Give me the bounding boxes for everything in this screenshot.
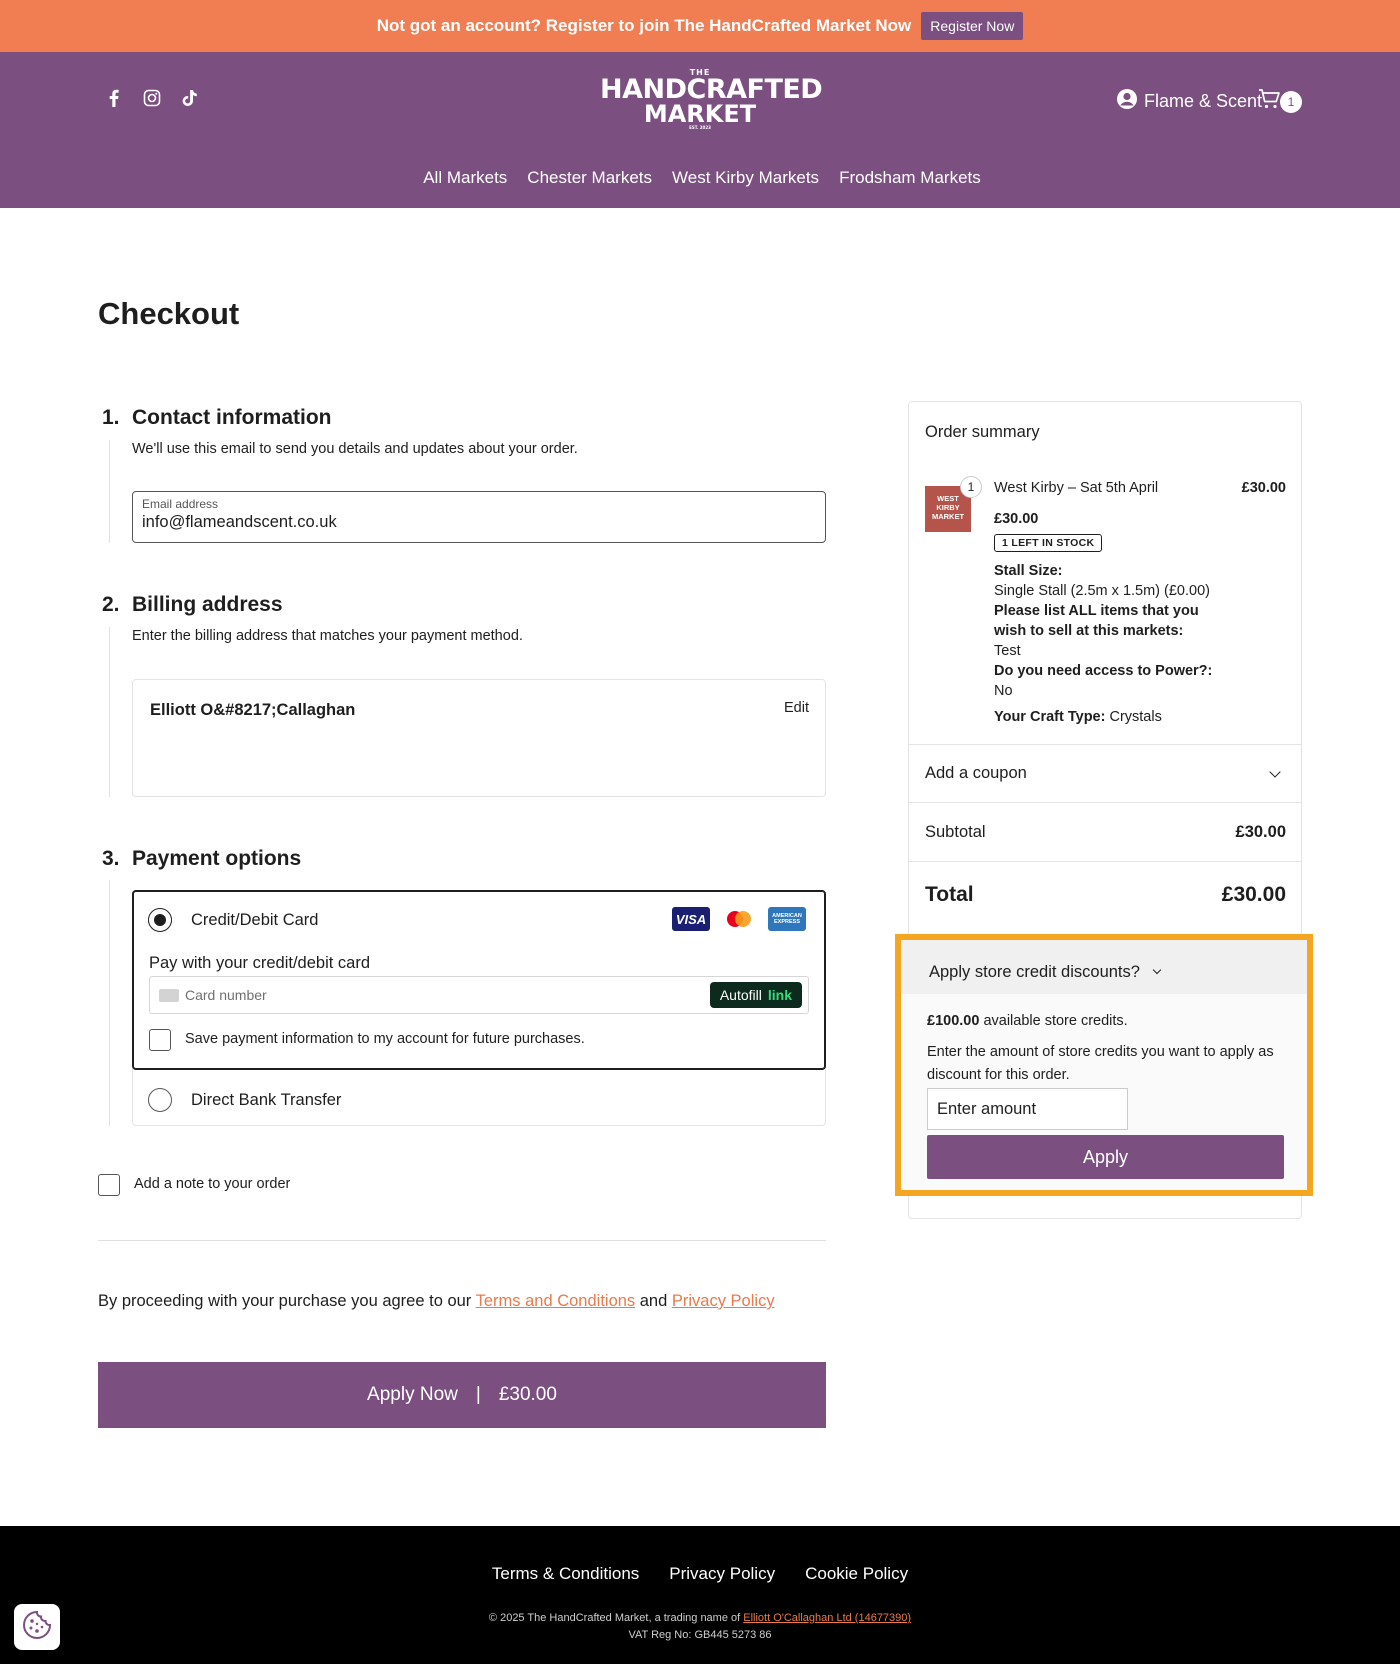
step-connector: [109, 627, 110, 797]
card-number-input[interactable]: Card number Autofill link: [149, 976, 809, 1014]
card-number-placeholder: Card number: [185, 987, 267, 1003]
tiktok-icon[interactable]: [180, 88, 200, 108]
payment-section-title: Payment options: [132, 847, 302, 870]
main-nav: All Markets Chester Markets West Kirby M…: [0, 168, 1400, 188]
chevron-down-icon[interactable]: [1269, 766, 1281, 778]
promo-text: Not got an account? Register to join The…: [376, 16, 912, 35]
item-meta: Stall Size: Single Stall (2.5m x 1.5m) (…: [994, 563, 1213, 699]
terms-notice: By proceeding with your purchase you agr…: [98, 1292, 775, 1310]
stock-badge: 1 LEFT IN STOCK: [994, 534, 1103, 552]
footer-copyright: © 2025 The HandCrafted Market, a trading…: [488, 1612, 912, 1641]
order-summary-title: Order summary: [925, 423, 1040, 441]
page-title: Checkout: [98, 296, 240, 331]
facebook-icon[interactable]: [104, 88, 124, 108]
terms-link[interactable]: Terms and Conditions: [476, 1292, 636, 1310]
site-header: THE HANDCRAFTED MARKET EST. 2023 Flame &…: [0, 52, 1400, 208]
card-radio[interactable]: [148, 908, 172, 932]
billing-address-card: Elliott O&#8217;Callaghan Edit: [132, 679, 826, 797]
nav-all-markets[interactable]: All Markets: [423, 168, 507, 188]
edit-address-link[interactable]: Edit: [784, 700, 809, 716]
save-payment-label[interactable]: Save payment information to my account f…: [185, 1031, 585, 1047]
store-credit-available: £100.00 available store credits.: [927, 1013, 1128, 1029]
register-now-button[interactable]: Register Now: [921, 12, 1024, 40]
step-connector: [109, 440, 110, 543]
store-credit-toggle[interactable]: Apply store credit discounts?: [901, 940, 1307, 994]
card-option-label[interactable]: Credit/Debit Card: [191, 911, 318, 930]
user-icon: [1116, 88, 1138, 115]
mastercard-icon: [720, 907, 758, 931]
footer-cookie-link[interactable]: Cookie Policy: [805, 1564, 908, 1584]
cart-count-badge: 1: [1280, 90, 1302, 113]
amex-icon: AMERICAN EXPRESS: [768, 907, 806, 931]
item-name: West Kirby – Sat 5th April: [994, 480, 1159, 496]
account-name: Flame & Scent: [1144, 91, 1263, 111]
step-number: 3.: [102, 847, 120, 870]
contact-section-title: Contact information: [132, 406, 332, 429]
order-note-label[interactable]: Add a note to your order: [134, 1176, 290, 1192]
store-credit-amount-input[interactable]: [927, 1088, 1128, 1130]
credit-card-icon: [159, 989, 179, 1002]
bank-transfer-label[interactable]: Direct Bank Transfer: [191, 1091, 341, 1110]
email-input[interactable]: [142, 513, 816, 532]
store-credit-panel: Apply store credit discounts? £100.00 av…: [895, 934, 1313, 1196]
card-subtitle: Pay with your credit/debit card: [149, 954, 371, 972]
nav-frodsham-markets[interactable]: Frodsham Markets: [839, 168, 981, 188]
privacy-link[interactable]: Privacy Policy: [672, 1292, 775, 1310]
instagram-icon[interactable]: [142, 88, 162, 108]
step-number: 2.: [102, 593, 120, 616]
total-value: £30.00: [1221, 883, 1286, 906]
subtotal-label: Subtotal: [925, 823, 986, 841]
step-connector: [109, 880, 110, 1126]
billing-description: Enter the billing address that matches y…: [132, 628, 523, 644]
promo-bar: Not got an account? Register to join The…: [0, 0, 1400, 52]
site-footer: Terms & Conditions Privacy Policy Cookie…: [0, 1526, 1400, 1664]
craft-type: Your Craft Type: Crystals: [994, 709, 1162, 725]
apply-credit-button[interactable]: Apply: [927, 1135, 1284, 1179]
footer-terms-link[interactable]: Terms & Conditions: [492, 1564, 639, 1584]
email-label: Email address: [142, 497, 219, 511]
payment-option-card[interactable]: Credit/Debit Card VISA AMERICAN EXPRESS …: [132, 890, 826, 1070]
nav-chester-markets[interactable]: Chester Markets: [527, 168, 652, 188]
add-coupon-toggle[interactable]: Add a coupon: [925, 764, 1027, 783]
account-link[interactable]: Flame & Scent: [1116, 88, 1262, 115]
step-number: 1.: [102, 406, 120, 429]
email-field[interactable]: Email address: [132, 491, 826, 543]
place-order-button[interactable]: Apply Now | £30.00: [98, 1362, 826, 1428]
site-logo[interactable]: THE HANDCRAFTED MARKET EST. 2023: [600, 68, 823, 134]
total-label: Total: [925, 883, 974, 906]
cookie-icon: [21, 1609, 53, 1646]
billing-name: Elliott O&#8217;Callaghan: [150, 701, 356, 719]
social-links: [104, 88, 200, 108]
billing-section-title: Billing address: [132, 593, 283, 616]
quantity-badge: 1: [960, 476, 982, 498]
footer-privacy-link[interactable]: Privacy Policy: [669, 1564, 775, 1584]
cart-button[interactable]: 1: [1258, 88, 1302, 115]
order-note-checkbox[interactable]: [98, 1174, 120, 1196]
contact-description: We'll use this email to send you details…: [132, 441, 578, 457]
card-brand-icons: VISA AMERICAN EXPRESS: [672, 907, 806, 931]
subtotal-value: £30.00: [1235, 823, 1286, 841]
store-credit-heading[interactable]: Apply store credit discounts?: [929, 963, 1140, 982]
nav-west-kirby-markets[interactable]: West Kirby Markets: [672, 168, 819, 188]
bank-transfer-radio[interactable]: [148, 1088, 172, 1112]
cookie-settings-button[interactable]: [14, 1604, 60, 1650]
footer-links: Terms & Conditions Privacy Policy Cookie…: [0, 1564, 1400, 1584]
visa-icon: VISA: [672, 907, 710, 931]
store-credit-description: Enter the amount of store credits you wa…: [927, 1044, 1274, 1083]
divider: [98, 1240, 826, 1241]
cart-icon: [1258, 88, 1282, 115]
save-payment-checkbox[interactable]: [149, 1029, 171, 1051]
payment-options: Credit/Debit Card VISA AMERICAN EXPRESS …: [132, 890, 826, 1126]
chevron-down-icon[interactable]: [1152, 965, 1162, 975]
item-total-price: £30.00: [1241, 480, 1286, 496]
autofill-link-button[interactable]: Autofill link: [709, 982, 802, 1008]
item-unit-price: £30.00: [994, 511, 1039, 527]
company-link[interactable]: Elliott O'Callaghan Ltd (14677390): [743, 1612, 911, 1624]
